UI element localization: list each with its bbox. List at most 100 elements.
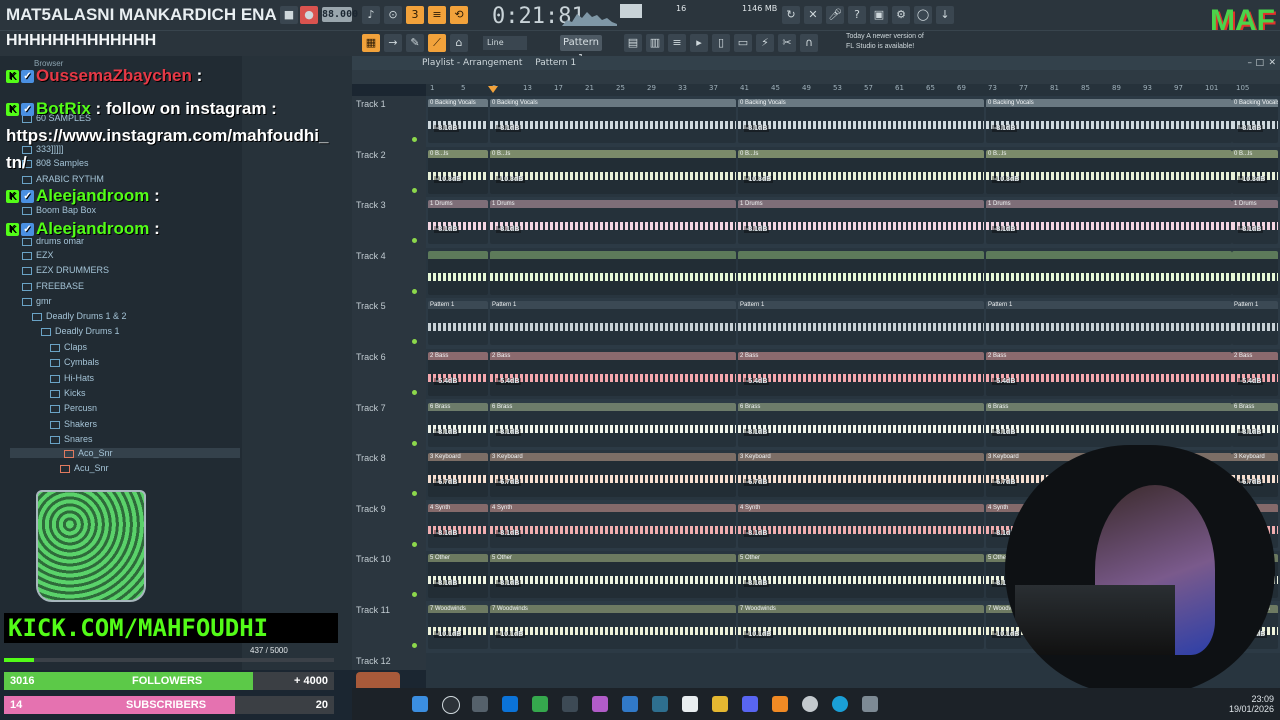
clip[interactable]: 3 Keyboard -6.7dB (738, 453, 984, 497)
track-label[interactable]: Track 12 (356, 656, 391, 666)
app-white-icon[interactable] (682, 696, 698, 712)
vscode-icon[interactable] (652, 696, 668, 712)
tree-item[interactable]: 808 Samples (22, 158, 89, 168)
chat-icon[interactable]: ◯ (914, 6, 932, 24)
tools-icon[interactable]: ⚙ (892, 6, 910, 24)
mixer-view-icon[interactable]: ≡ (668, 34, 686, 52)
clip[interactable]: 0 Backing Vocals -8.1dB (490, 99, 736, 143)
record-button[interactable]: ● (300, 6, 318, 24)
windows-start-icon[interactable] (412, 696, 428, 712)
track-row[interactable] (426, 248, 1280, 298)
track-enable-icon[interactable] (412, 390, 417, 395)
track-label[interactable]: Track 9 (356, 504, 386, 514)
clip[interactable]: Pattern 1 (490, 301, 736, 345)
clip[interactable]: 4 Synth -8.1dB (428, 504, 488, 548)
timeline-ruler[interactable]: 1 5 9 13 17 21 25 29 33 37 41 45 49 53 57 61 65 69 73 77 81 8… (426, 84, 1280, 96)
clip[interactable]: 6 Brass -8.1dB (1232, 403, 1278, 447)
clip[interactable]: 1 Drums -8.1dB (490, 200, 736, 244)
clip[interactable]: 6 Brass -8.1dB (986, 403, 1232, 447)
clip[interactable]: 4 Synth -8.1dB (490, 504, 736, 548)
system-clock[interactable]: 23:09 19/01/2026 (1229, 694, 1274, 714)
track-label[interactable]: Track 11 (356, 605, 390, 615)
update-notice[interactable]: Today A newer version of FL Studio is av… (846, 32, 924, 52)
track-enable-icon[interactable] (412, 592, 417, 597)
step-edit-icon[interactable]: ≡ (428, 6, 446, 24)
track-row[interactable]: 1 Drums -8.1dB 1 Drums -8.1dB 1 Drums -8.1dB 1… (426, 197, 1280, 247)
clip[interactable]: 0 B...ls -10.3dB (490, 150, 736, 194)
clip[interactable]: 3 Keyboard -6.7dB (428, 453, 488, 497)
tree-item[interactable]: Shakers (50, 419, 97, 429)
browser-icon[interactable]: ▸ (690, 34, 708, 52)
pencil-icon[interactable]: ✎ (406, 34, 424, 52)
download-icon[interactable]: ↓ (936, 6, 954, 24)
fl-studio-icon[interactable] (772, 696, 788, 712)
tree-item[interactable]: Hi-Hats (50, 373, 94, 383)
help-icon[interactable]: ? (848, 6, 866, 24)
clip[interactable] (1232, 251, 1278, 295)
clip[interactable]: 6 Brass -8.1dB (738, 403, 984, 447)
tree-item-selected[interactable]: Aco_Snr (10, 448, 240, 458)
plugin-icon[interactable]: ▯ (712, 34, 730, 52)
stamp-icon[interactable]: ⌂ (450, 34, 468, 52)
track-label[interactable]: Track 8 (356, 453, 386, 463)
clip[interactable]: 0 Backing Vocals -8.1dB (428, 99, 488, 143)
track-enable-icon[interactable] (412, 289, 417, 294)
tree-item[interactable]: Percusn (50, 403, 97, 413)
track-label[interactable]: Track 10 (356, 554, 391, 564)
clip[interactable]: Pattern 1 (1232, 301, 1278, 345)
tree-item[interactable]: Acu_Snr (60, 463, 109, 473)
clip[interactable] (428, 251, 488, 295)
clip[interactable]: 1 Drums -8.1dB (1232, 200, 1278, 244)
clip[interactable]: 0 B...ls -10.3dB (738, 150, 984, 194)
paint-icon[interactable]: ⟋ (428, 34, 446, 52)
settings-icon[interactable] (862, 696, 878, 712)
clip[interactable]: Pattern 1 (428, 301, 488, 345)
tree-item[interactable]: Kicks (50, 388, 86, 398)
clip[interactable]: 1 Drums -8.1dB (428, 200, 488, 244)
track-enable-icon[interactable] (412, 137, 417, 142)
clip[interactable]: 7 Woodwinds -10.1dB (428, 605, 488, 649)
clip[interactable] (738, 251, 984, 295)
track-enable-icon[interactable] (412, 542, 417, 547)
clip[interactable]: 7 Woodwinds -10.1dB (738, 605, 984, 649)
tree-item[interactable]: gmr (22, 296, 52, 306)
track-label[interactable]: Track 3 (356, 200, 386, 210)
track-enable-icon[interactable] (412, 491, 417, 496)
clip[interactable]: Pattern 1 (738, 301, 984, 345)
loop-record-icon[interactable]: ⟲ (450, 6, 468, 24)
tempo-display[interactable]: 88.000 (322, 7, 358, 22)
clip[interactable]: 5 Other -8.1dB (490, 554, 736, 598)
mic-icon[interactable]: 🎤︎ (826, 6, 844, 24)
track-label[interactable]: Track 7 (356, 403, 386, 413)
track-label[interactable]: Track 1 (356, 99, 386, 109)
clip[interactable]: 0 B...ls -10.3dB (1232, 150, 1278, 194)
clip[interactable]: 1 Drums -8.1dB (738, 200, 984, 244)
track-label[interactable]: Track 6 (356, 352, 386, 362)
clip[interactable]: 0 B...ls -10.3dB (986, 150, 1232, 194)
tree-item[interactable]: EZX DRUMMERS (22, 265, 109, 275)
clip[interactable]: Pattern 1 (986, 301, 1232, 345)
app-icon[interactable] (562, 696, 578, 712)
track-row[interactable]: 0 B...ls -10.3dB 0 B...ls -10.3dB 0 B...ls -1… (426, 147, 1280, 197)
clip[interactable]: 3 Keyboard -6.7dB (490, 453, 736, 497)
track-enable-icon[interactable] (412, 188, 417, 193)
obs-icon[interactable] (802, 696, 818, 712)
cut-icon[interactable]: ✂ (778, 34, 796, 52)
wait-icon[interactable]: ⊙ (384, 6, 402, 24)
magnet-icon[interactable]: ∩ (800, 34, 818, 52)
track-enable-icon[interactable] (412, 441, 417, 446)
clip[interactable]: 2 Bass -5.4dB (490, 352, 736, 396)
pattern-select[interactable]: Pattern 1 (560, 35, 602, 64)
clip[interactable]: 6 Brass -8.1dB (428, 403, 488, 447)
clip[interactable]: 2 Bass -5.4dB (738, 352, 984, 396)
tree-item[interactable]: Deadly Drums 1 (41, 326, 120, 336)
track-row[interactable]: Pattern 1 Pattern 1 Pattern 1 Pattern 1 Patt… (426, 298, 1280, 348)
clip[interactable]: 4 Synth -8.1dB (738, 504, 984, 548)
clip[interactable]: 0 Backing Vocals -8.1dB (1232, 99, 1278, 143)
play-mode-icon[interactable]: ■ (280, 6, 298, 24)
task-view-icon[interactable] (472, 696, 488, 712)
clip[interactable]: 0 Backing Vocals -8.1dB (986, 99, 1232, 143)
track-label[interactable]: Track 2 (356, 150, 386, 160)
tree-item[interactable]: Boom Bap Box (22, 205, 96, 215)
channel-rack-icon[interactable]: ▤ (624, 34, 642, 52)
